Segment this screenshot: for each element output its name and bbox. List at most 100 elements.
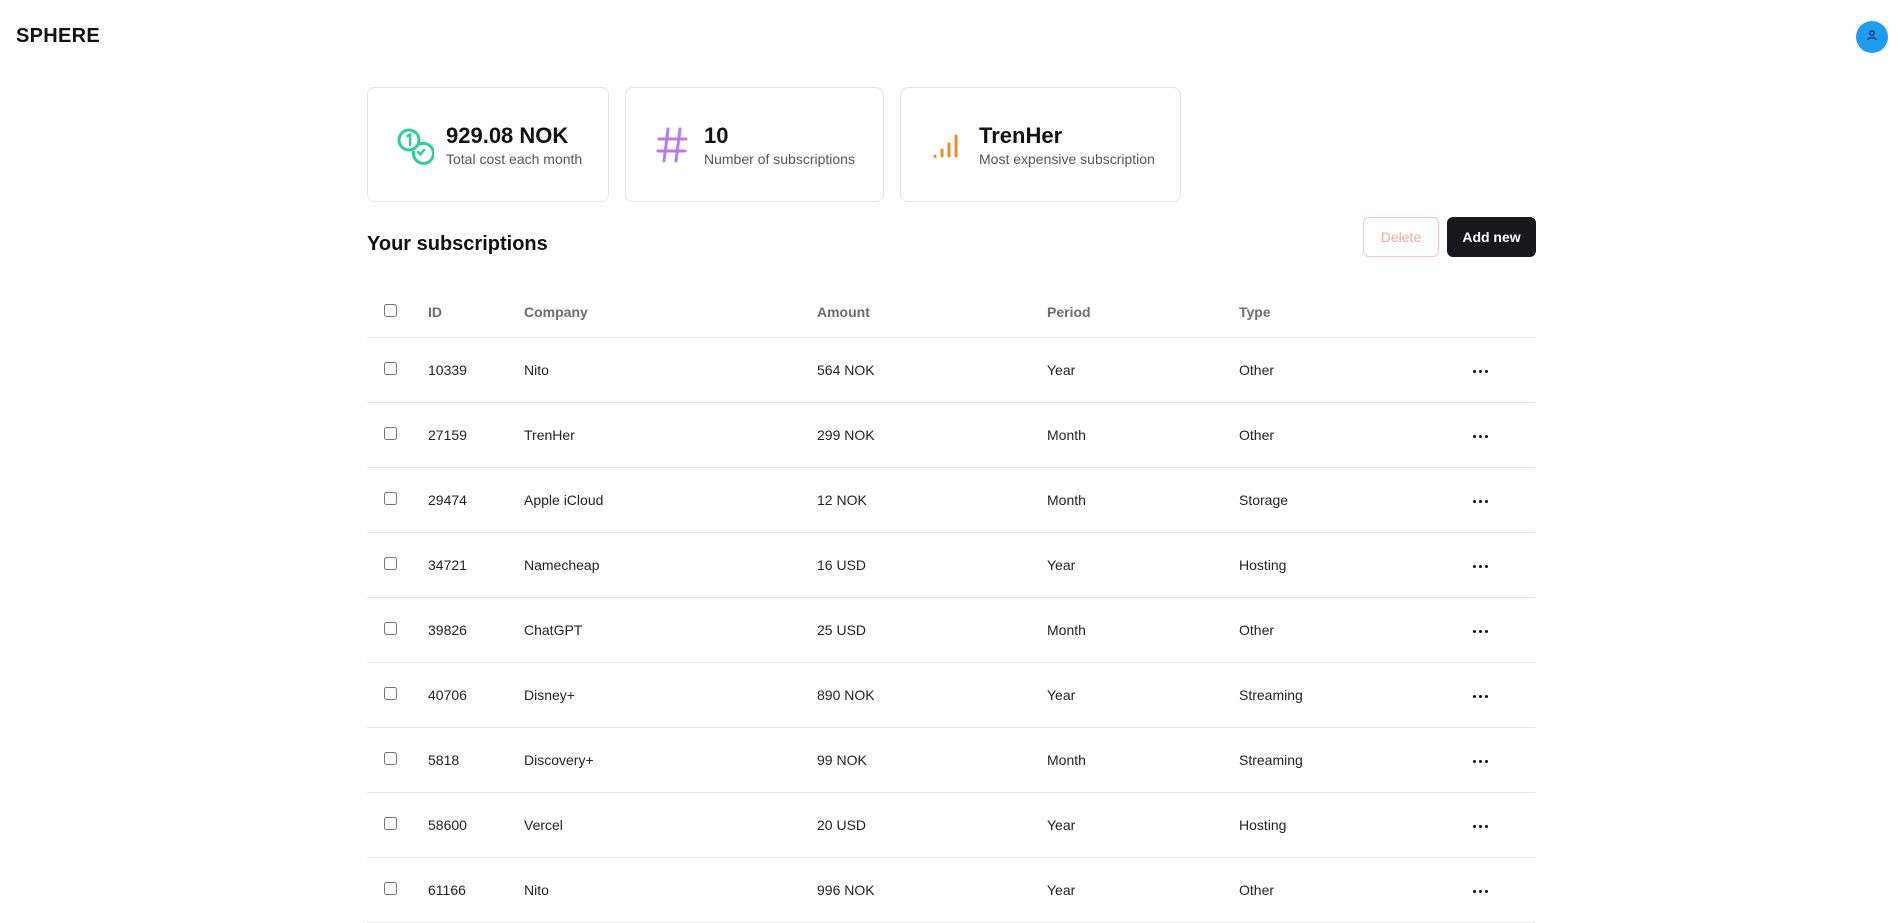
stat-label: Total cost each month: [446, 150, 583, 167]
table-row[interactable]: 27159 TrenHer 299 NOK Month Other: [367, 402, 1535, 468]
row-checkbox[interactable]: [384, 816, 397, 830]
row-checkbox[interactable]: [384, 881, 397, 895]
table-header-row: ID Company Amount Period Type: [367, 287, 1535, 338]
table-row[interactable]: 61166 Nito 996 NOK Year Other: [367, 857, 1535, 923]
cell-period: Year: [1047, 857, 1239, 923]
cell-amount: 25 USD: [817, 597, 1047, 663]
cell-id: 40706: [428, 662, 524, 728]
row-checkbox[interactable]: [384, 621, 397, 635]
subscriptions-header: Your subscriptions Delete Add new: [367, 217, 1536, 287]
row-actions-cell: [1469, 402, 1535, 468]
section-title: Your subscriptions: [367, 233, 548, 255]
cell-amount: 20 USD: [817, 792, 1047, 858]
row-checkbox[interactable]: [384, 751, 397, 765]
cell-id: 10339: [428, 337, 524, 403]
cell-period: Year: [1047, 792, 1239, 858]
brand-logo[interactable]: SPHERE: [16, 25, 100, 48]
cell-company: Namecheap: [524, 532, 817, 598]
row-checkbox-cell: [367, 337, 428, 403]
cell-company: Nito: [524, 337, 817, 403]
cell-id: 5818: [428, 727, 524, 793]
more-options-icon[interactable]: [1469, 689, 1492, 704]
cell-company: Nito: [524, 857, 817, 923]
more-options-icon[interactable]: [1469, 624, 1492, 639]
row-checkbox[interactable]: [384, 361, 397, 375]
row-checkbox-cell: [367, 727, 428, 793]
table-row[interactable]: 58600 Vercel 20 USD Year Hosting: [367, 792, 1535, 858]
row-checkbox[interactable]: [384, 426, 397, 440]
header-checkbox-cell: [367, 287, 428, 338]
stat-card-most-expensive: TrenHer Most expensive subscription: [900, 87, 1181, 202]
column-header-period[interactable]: Period: [1047, 287, 1239, 338]
row-checkbox[interactable]: [384, 556, 397, 570]
more-options-icon[interactable]: [1469, 819, 1492, 834]
cell-company: Discovery+: [524, 727, 817, 793]
delete-button[interactable]: Delete: [1363, 217, 1439, 257]
cell-id: 58600: [428, 792, 524, 858]
cell-type: Storage: [1239, 467, 1469, 533]
stat-value: 929.08 NOK: [446, 122, 569, 148]
add-new-button[interactable]: Add new: [1447, 217, 1536, 257]
more-options-icon[interactable]: [1469, 494, 1492, 509]
column-header-amount[interactable]: Amount: [817, 287, 1047, 338]
table-row[interactable]: 40706 Disney+ 890 NOK Year Streaming: [367, 662, 1535, 728]
cell-period: Year: [1047, 532, 1239, 598]
cell-id: 34721: [428, 532, 524, 598]
column-header-type[interactable]: Type: [1239, 287, 1469, 338]
row-checkbox-cell: [367, 857, 428, 923]
stat-value: TrenHer: [979, 122, 1063, 148]
cell-amount: 996 NOK: [817, 857, 1047, 923]
row-checkbox-cell: [367, 467, 428, 533]
cell-type: Streaming: [1239, 662, 1469, 728]
row-checkbox-cell: [367, 402, 428, 468]
coins-icon: [392, 123, 436, 167]
cell-amount: 890 NOK: [817, 662, 1047, 728]
subscriptions-table: ID Company Amount Period Type 10339 Nito 5…: [367, 287, 1535, 923]
signal-bars-icon: [925, 123, 969, 167]
column-header-id[interactable]: ID: [428, 287, 524, 338]
stat-label: Number of subscriptions: [704, 150, 855, 167]
column-header-company[interactable]: Company: [524, 287, 817, 338]
more-options-icon[interactable]: [1469, 429, 1492, 444]
table-row[interactable]: 10339 Nito 564 NOK Year Other: [367, 337, 1535, 403]
row-actions-cell: [1469, 727, 1535, 793]
main-content: 929.08 NOK Total cost each month 10 Numb…: [367, 87, 1536, 923]
row-checkbox-cell: [367, 662, 428, 728]
row-actions-cell: [1469, 597, 1535, 663]
more-options-icon[interactable]: [1469, 559, 1492, 574]
cell-id: 39826: [428, 597, 524, 663]
cell-period: Year: [1047, 337, 1239, 403]
cell-type: Streaming: [1239, 727, 1469, 793]
stat-label: Most expensive subscription: [979, 150, 1155, 167]
user-icon: [1866, 28, 1878, 46]
select-all-checkbox[interactable]: [384, 303, 397, 317]
table-row[interactable]: 39826 ChatGPT 25 USD Month Other: [367, 597, 1535, 663]
more-options-icon[interactable]: [1469, 364, 1492, 379]
row-actions-cell: [1469, 792, 1535, 858]
cell-amount: 16 USD: [817, 532, 1047, 598]
column-header-actions: [1469, 287, 1535, 338]
table-row[interactable]: 29474 Apple iCloud 12 NOK Month Storage: [367, 467, 1535, 533]
cell-period: Month: [1047, 467, 1239, 533]
stat-card-total-cost: 929.08 NOK Total cost each month: [367, 87, 609, 202]
row-checkbox[interactable]: [384, 491, 397, 505]
row-checkbox-cell: [367, 597, 428, 663]
table-row[interactable]: 5818 Discovery+ 99 NOK Month Streaming: [367, 727, 1535, 793]
cell-period: Month: [1047, 597, 1239, 663]
cell-type: Other: [1239, 597, 1469, 663]
cell-amount: 299 NOK: [817, 402, 1047, 468]
stat-card-count: 10 Number of subscriptions: [625, 87, 884, 202]
cell-period: Month: [1047, 727, 1239, 793]
more-options-icon[interactable]: [1469, 754, 1492, 769]
table-row[interactable]: 34721 Namecheap 16 USD Year Hosting: [367, 532, 1535, 598]
row-actions-cell: [1469, 467, 1535, 533]
row-actions-cell: [1469, 857, 1535, 923]
row-actions-cell: [1469, 532, 1535, 598]
row-checkbox[interactable]: [384, 686, 397, 700]
top-bar: SPHERE: [0, 0, 1902, 74]
more-options-icon[interactable]: [1469, 884, 1492, 899]
cell-type: Other: [1239, 857, 1469, 923]
user-avatar[interactable]: [1856, 21, 1888, 53]
row-checkbox-cell: [367, 532, 428, 598]
cell-company: Disney+: [524, 662, 817, 728]
